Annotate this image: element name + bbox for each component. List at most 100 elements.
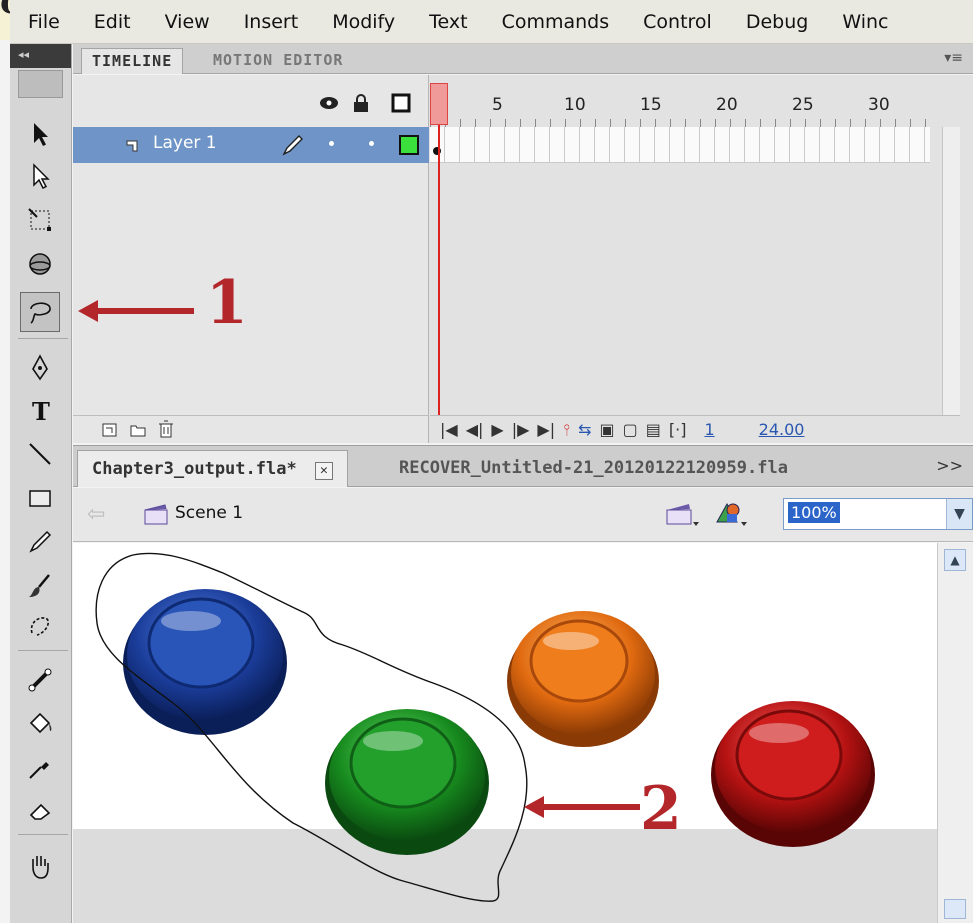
layer-header bbox=[73, 75, 429, 127]
timeline-scrollbar[interactable] bbox=[942, 127, 960, 415]
edit-scene-icon[interactable] bbox=[665, 500, 701, 528]
arrow-left-icon bbox=[524, 796, 640, 818]
new-folder-icon[interactable] bbox=[129, 421, 147, 439]
first-frame-icon[interactable]: |◀ bbox=[440, 420, 458, 439]
menu-window[interactable]: Winc bbox=[824, 0, 904, 44]
lock-dot[interactable] bbox=[369, 141, 374, 146]
menu-bar: File Edit View Insert Modify Text Comman… bbox=[10, 0, 973, 44]
frame-number: 15 bbox=[640, 95, 662, 115]
playhead-line bbox=[438, 125, 440, 415]
outline-color-swatch[interactable] bbox=[399, 135, 419, 155]
frame-number: 20 bbox=[716, 95, 738, 115]
tool-divider bbox=[18, 834, 68, 835]
callout-1: 1 bbox=[206, 268, 248, 338]
frame-row[interactable] bbox=[430, 127, 930, 163]
callout-2: 2 bbox=[640, 774, 682, 844]
menu-edit[interactable]: Edit bbox=[76, 0, 147, 44]
eraser-tool-icon[interactable] bbox=[20, 790, 60, 830]
panel-menu-icon[interactable]: ▾≡ bbox=[944, 50, 963, 66]
visibility-dot[interactable] bbox=[329, 141, 334, 146]
rectangle-tool-icon[interactable] bbox=[20, 478, 60, 518]
subselection-tool-icon[interactable] bbox=[20, 156, 60, 196]
play-icon[interactable]: ▶ bbox=[491, 420, 503, 439]
eyedropper-tool-icon[interactable] bbox=[20, 748, 60, 788]
collapse-panel-icon[interactable]: ◂◂ bbox=[10, 44, 71, 68]
menu-commands[interactable]: Commands bbox=[484, 0, 626, 44]
loop-icon[interactable]: ⇆ bbox=[578, 420, 591, 439]
menu-debug[interactable]: Debug bbox=[728, 0, 824, 44]
current-frame[interactable]: 1 bbox=[704, 420, 714, 439]
delete-trash-icon[interactable] bbox=[157, 419, 175, 439]
last-frame-icon[interactable]: ▶| bbox=[537, 420, 555, 439]
edit-bar: ⇦ Scene 1 100% ▼ bbox=[73, 488, 973, 542]
pencil-tool-icon[interactable] bbox=[20, 522, 60, 562]
lasso-tool-icon[interactable] bbox=[20, 292, 60, 332]
menu-view[interactable]: View bbox=[147, 0, 226, 44]
outline-square-icon[interactable] bbox=[391, 93, 411, 113]
frame-number: 10 bbox=[564, 95, 586, 115]
menu-file[interactable]: File bbox=[10, 0, 76, 44]
hand-tool-icon[interactable] bbox=[20, 846, 60, 886]
scroll-thumb[interactable] bbox=[944, 899, 966, 919]
menu-text[interactable]: Text bbox=[411, 0, 483, 44]
frame-ruler[interactable]: 1 5 10 15 20 25 30 bbox=[430, 75, 960, 127]
show-hide-eye-icon[interactable] bbox=[319, 93, 339, 113]
back-arrow-icon[interactable]: ⇦ bbox=[87, 502, 105, 527]
close-icon[interactable]: ✕ bbox=[314, 462, 333, 480]
step-forward-icon[interactable]: |▶ bbox=[512, 420, 530, 439]
chevron-down-icon[interactable]: ▼ bbox=[946, 499, 972, 529]
step-back-icon[interactable]: ◀| bbox=[466, 420, 484, 439]
arrow-left-icon bbox=[78, 300, 194, 322]
tab-timeline[interactable]: TIMELINE bbox=[81, 48, 184, 74]
free-transform-tool-icon[interactable] bbox=[20, 200, 60, 240]
layer-row[interactable]: Layer 1 bbox=[73, 127, 429, 163]
3d-rotation-tool-icon[interactable] bbox=[20, 244, 60, 284]
scene-label[interactable]: Scene 1 bbox=[175, 503, 243, 523]
pen-tool-icon[interactable] bbox=[20, 348, 60, 388]
red-button[interactable] bbox=[711, 701, 875, 847]
center-frame-icon[interactable]: ⫯ bbox=[563, 420, 570, 440]
stage[interactable] bbox=[73, 543, 937, 923]
scroll-up-icon[interactable]: ▲ bbox=[944, 549, 966, 571]
tab-chapter3-output[interactable]: Chapter3_output.fla* ✕ bbox=[77, 450, 348, 487]
layer-name[interactable]: Layer 1 bbox=[153, 133, 217, 153]
orange-button[interactable] bbox=[507, 611, 659, 747]
selection-tool-icon[interactable] bbox=[20, 114, 60, 154]
playback-controls: |◀ ◀| ▶ |▶ ▶| ⫯ ⇆ ▣ ▢ ▤ [·] 1 24.00 bbox=[430, 415, 960, 443]
pencil-edit-icon bbox=[282, 135, 303, 156]
lock-icon[interactable] bbox=[351, 93, 371, 113]
playhead[interactable] bbox=[430, 83, 448, 125]
zoom-value[interactable]: 100% bbox=[788, 502, 840, 523]
frame-area: 1 5 10 15 20 25 30 |◀ ◀| ▶ |▶ ▶| ⫯ ⇆ ▣ ▢… bbox=[430, 75, 960, 443]
more-tabs-button[interactable]: >> bbox=[936, 456, 963, 475]
tool-divider bbox=[18, 338, 68, 339]
stage-artwork bbox=[95, 552, 875, 902]
text-tool-icon[interactable]: T bbox=[20, 390, 60, 430]
stage-scrollbar[interactable]: ▲ bbox=[937, 543, 973, 923]
menu-control[interactable]: Control bbox=[625, 0, 728, 44]
zoom-select[interactable]: 100% ▼ bbox=[783, 498, 973, 530]
tools-panel-grip bbox=[18, 70, 63, 98]
frame-number: 25 bbox=[792, 95, 814, 115]
menu-modify[interactable]: Modify bbox=[314, 0, 411, 44]
edit-multiple-frames-icon[interactable]: ▤ bbox=[646, 420, 661, 439]
tab-motion-editor[interactable]: MOTION EDITOR bbox=[203, 48, 353, 74]
new-layer-icon[interactable] bbox=[101, 421, 119, 439]
onion-outline-icon[interactable]: ▢ bbox=[623, 420, 638, 439]
line-tool-icon[interactable] bbox=[20, 434, 60, 474]
onion-skin-icon[interactable]: ▣ bbox=[600, 420, 615, 439]
deco-tool-icon[interactable] bbox=[20, 606, 60, 646]
blue-button[interactable] bbox=[123, 589, 287, 735]
green-button[interactable] bbox=[325, 709, 489, 855]
tab-recover-untitled[interactable]: RECOVER_Untitled-21_20120122120959.fla bbox=[385, 450, 802, 487]
frame-rate[interactable]: 24.00 bbox=[759, 420, 805, 439]
layer-footer bbox=[73, 415, 429, 443]
edit-symbols-icon[interactable] bbox=[713, 498, 749, 528]
timeline-tab-bar: TIMELINE MOTION EDITOR ▾≡ bbox=[73, 44, 973, 74]
menu-insert[interactable]: Insert bbox=[226, 0, 315, 44]
onion-markers-icon[interactable]: [·] bbox=[669, 420, 687, 439]
paint-bucket-tool-icon[interactable] bbox=[20, 704, 60, 744]
scene-clapper-icon bbox=[144, 504, 168, 525]
bone-tool-icon[interactable] bbox=[20, 660, 60, 700]
brush-tool-icon[interactable] bbox=[20, 566, 60, 606]
